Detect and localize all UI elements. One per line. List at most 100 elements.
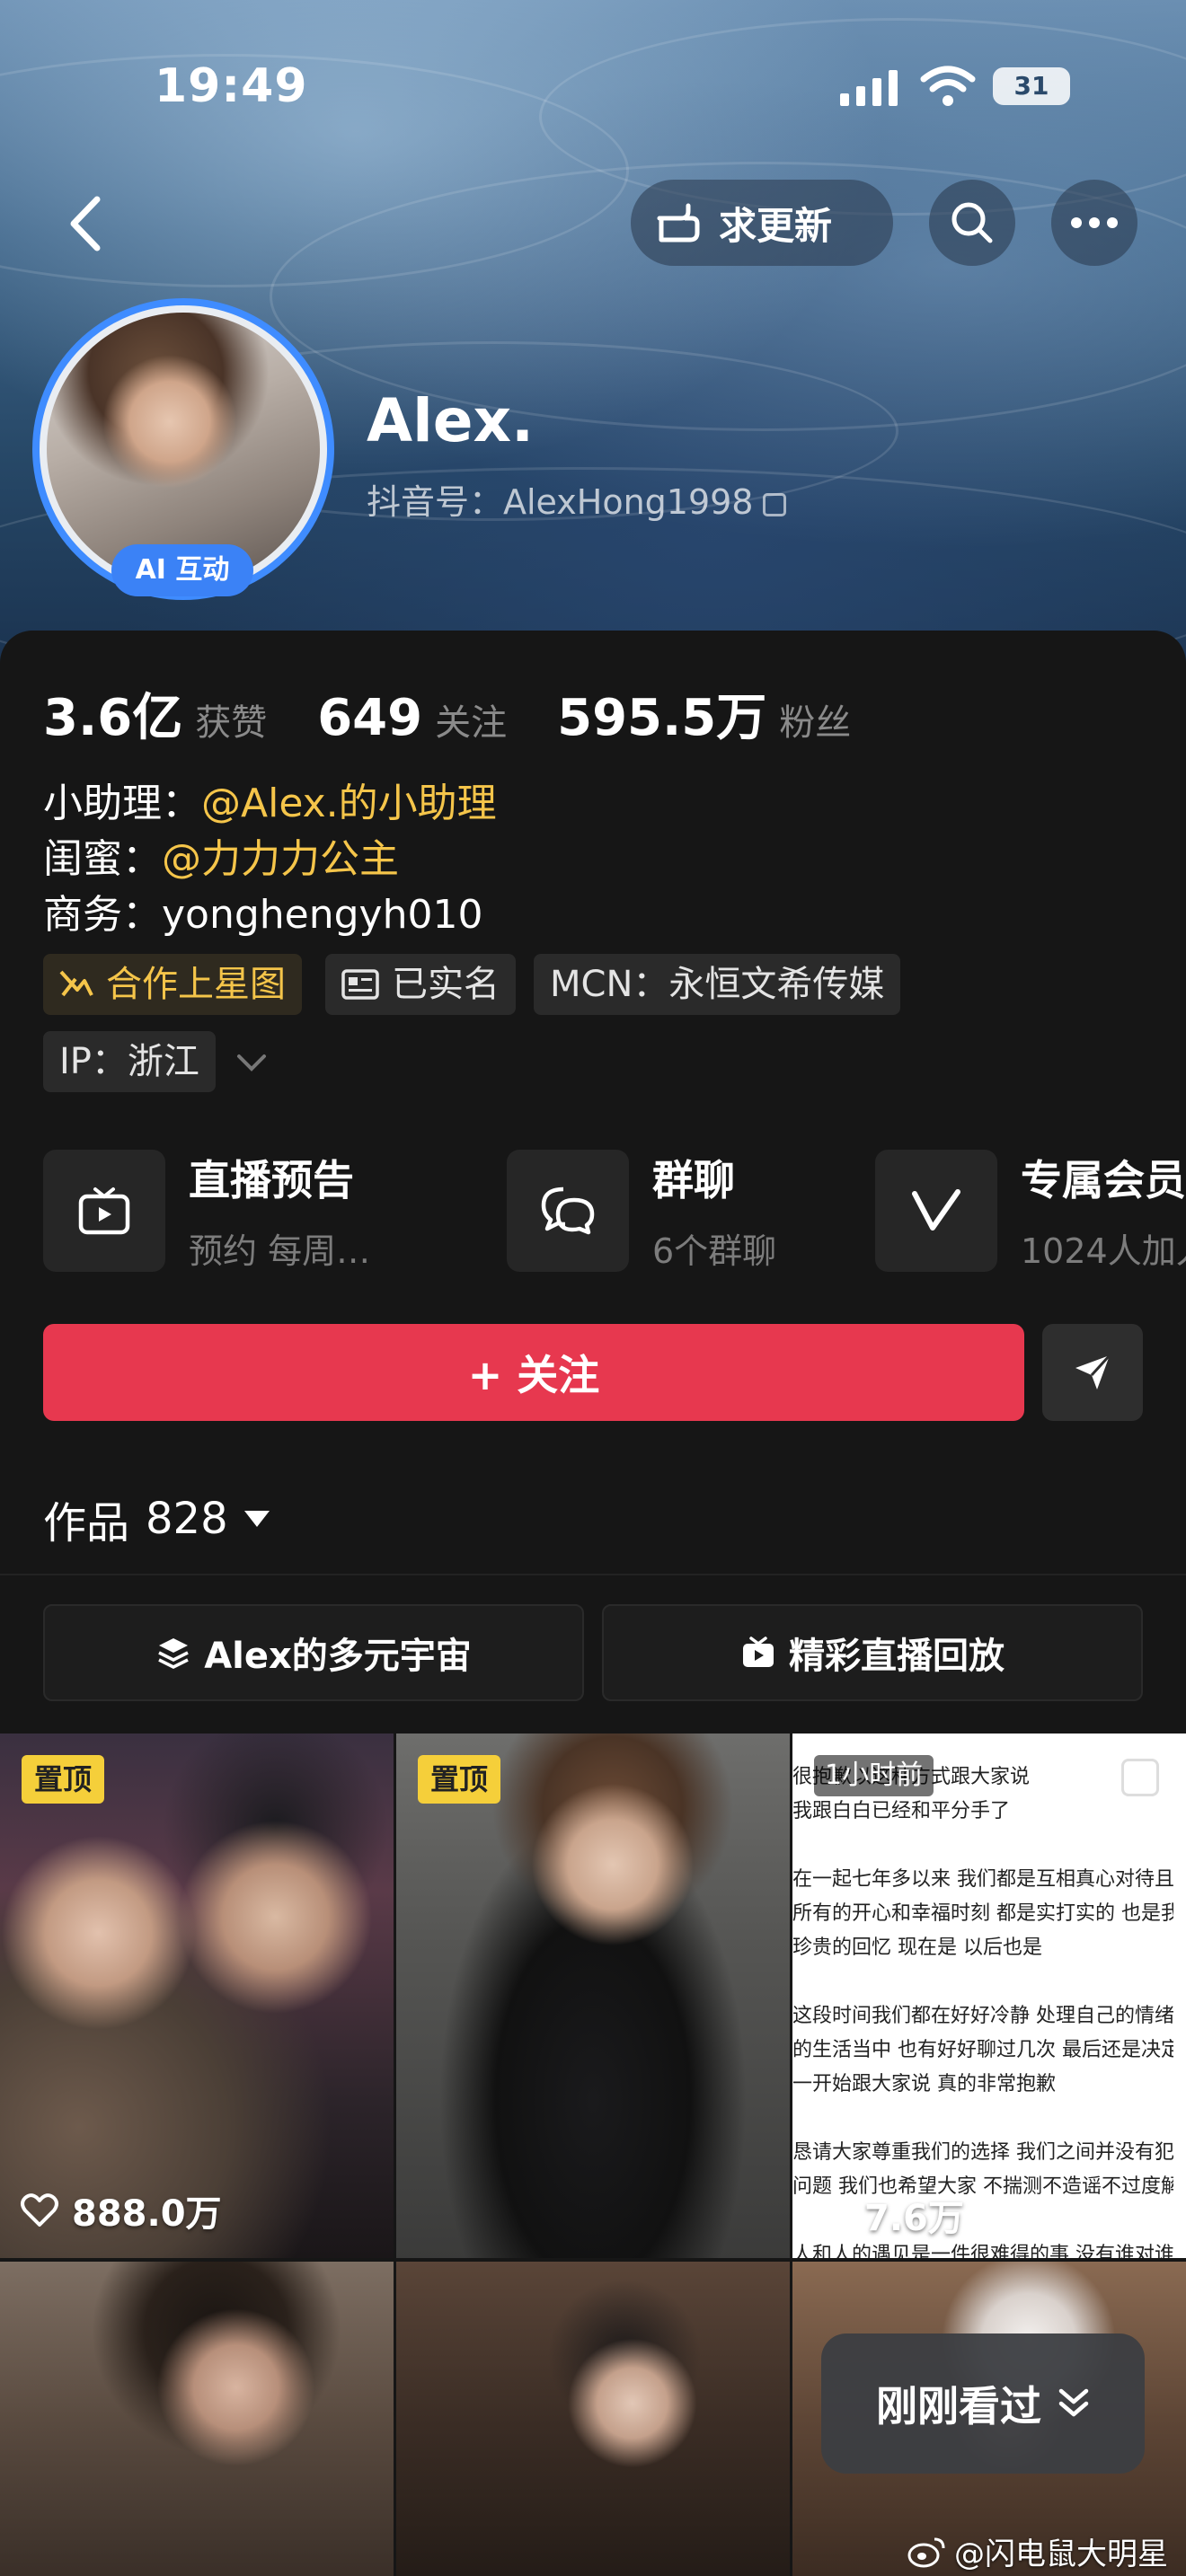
more-options-button[interactable] [1051, 180, 1137, 266]
chevron-down-icon[interactable] [235, 1053, 268, 1072]
collection-live-replay-label: 精彩直播回放 [789, 1636, 1005, 1677]
live-preview-title: 直播预告 [189, 1156, 354, 1204]
cooperation-tag[interactable]: 合作上星图 [43, 954, 302, 1015]
recently-viewed-label: 刚刚看过 [876, 2382, 1041, 2430]
back-icon[interactable] [63, 192, 113, 255]
request-update-label: 求更新 [719, 203, 833, 248]
note-line: 人和人的遇见是一件很难得的事 没有谁对谁错 谢谢大 [792, 2244, 1173, 2258]
membership-feature[interactable]: 专属会员 1024人加入 [875, 1148, 1186, 1273]
grid-video-1[interactable]: 置顶 888.0万 [0, 1734, 394, 2258]
share-button[interactable] [1042, 1324, 1143, 1421]
membership-title: 专属会员 [1021, 1156, 1186, 1204]
group-chat-feature[interactable]: 群聊 6个群聊 [507, 1148, 776, 1273]
bio-business: 商务：yonghengyh010 [43, 882, 482, 940]
battery-indicator: 31 [993, 67, 1070, 105]
membership-v-icon [875, 1149, 997, 1272]
select-checkbox[interactable] [1121, 1759, 1159, 1796]
note-line: 的生活当中 也有好好聊过几次 最后还是决定分开 没有 [792, 2039, 1173, 2061]
video-likes-count: 888.0万 [72, 2193, 222, 2235]
collection-multiverse[interactable]: Alex的多元宇宙 [43, 1604, 584, 1701]
follow-button[interactable]: + 关注 [43, 1324, 1024, 1421]
username: Alex. [367, 386, 535, 455]
live-preview-subtitle: 预约 每周… [189, 1231, 371, 1271]
grid-video-5[interactable] [396, 2262, 790, 2576]
collection-multiverse-label: Alex的多元宇宙 [204, 1636, 472, 1677]
grid-video-2[interactable]: 置顶 [396, 1734, 790, 2258]
douyin-id-text: 抖音号：AlexHong1998 [367, 482, 754, 522]
replay-tv-icon [743, 1636, 774, 1667]
likes-label: 获赞 [195, 702, 268, 744]
note-line: 恳请大家尊重我们的选择 我们之间并没有犯原则性的 [792, 2141, 1173, 2164]
pinned-badge: 置顶 [22, 1755, 105, 1804]
heart-icon [813, 2201, 851, 2235]
id-card-icon [341, 969, 379, 1000]
follow-label: + 关注 [467, 1351, 600, 1399]
layers-icon [158, 1638, 189, 1669]
request-update-button[interactable]: 求更新 [631, 180, 893, 266]
video-likes: 7.6万 [812, 2201, 964, 2236]
ip-tag: IP：浙江 [43, 1031, 216, 1092]
bio-bestie-link[interactable]: @力力力公主 [162, 836, 399, 882]
verified-tag[interactable]: 已实名 [325, 954, 516, 1015]
search-button[interactable] [929, 180, 1015, 266]
note-line [792, 1965, 1173, 1999]
watermark-text: @闪电鼠大明星 [954, 2536, 1168, 2572]
time-badge: 1小时前 [814, 1755, 934, 1796]
grid-video-3[interactable]: 很抱歉以这种方式跟大家说我跟白白已经和平分手了 在一起七年多以来 我们都是互相真… [792, 1734, 1186, 2258]
followers-label[interactable]: 粉丝 [779, 693, 851, 745]
divider [0, 1574, 1186, 1575]
heart-icon [21, 2193, 58, 2227]
search-icon [951, 202, 993, 243]
mcn-tag[interactable]: MCN：永恒文希传媒 [534, 954, 901, 1015]
weibo-icon [907, 2537, 945, 2567]
note-line: 一开始跟大家说 真的非常抱歉 [792, 2073, 1056, 2095]
star-map-icon [59, 970, 93, 997]
following-label[interactable]: 关注 [435, 693, 507, 745]
works-label: 作品 [43, 1498, 130, 1548]
ai-interaction-badge[interactable]: AI 互动 [111, 544, 253, 596]
status-time: 19:49 [155, 59, 308, 113]
bio-assistant-key: 小助理： [43, 781, 201, 826]
bio-bestie: 闺蜜：@力力力公主 [43, 826, 399, 884]
note-line: 在一起七年多以来 我们都是互相真心对待且相爱 曾经 [792, 1868, 1173, 1891]
bio-business-key: 商务： [43, 892, 162, 938]
followers-count[interactable]: 595.5万 [557, 677, 766, 750]
live-preview-feature[interactable]: 直播预告 预约 每周… [43, 1148, 370, 1273]
video-likes: 888.0万 [20, 2184, 222, 2236]
note-line: 所有的开心和幸福时刻 都是实打实的 也是我人生中最 [792, 1902, 1173, 1925]
note-line: 这段时间我们都在好好冷静 处理自己的情绪 适应独自 [792, 2005, 1173, 2027]
recently-viewed-button[interactable]: 刚刚看过 [821, 2333, 1145, 2474]
caret-down-icon [243, 1511, 270, 1527]
verified-label: 已实名 [392, 964, 500, 1005]
copy-icon[interactable] [762, 492, 786, 516]
collection-live-replay[interactable]: 精彩直播回放 [602, 1604, 1143, 1701]
likes-count: 3.6亿 [43, 689, 183, 747]
pinned-badge: 置顶 [418, 1755, 501, 1804]
wifi-icon [920, 66, 976, 106]
pointing-hand-icon [657, 203, 700, 243]
douyin-id[interactable]: 抖音号：AlexHong1998 [367, 474, 786, 524]
bio-assistant: 小助理：@Alex.的小助理 [43, 771, 497, 828]
video-likes-count: 7.6万 [864, 2198, 964, 2239]
ip-label: IP：浙江 [59, 1041, 199, 1082]
mcn-label: MCN：永恒文希传媒 [550, 964, 885, 1005]
chat-bubble-icon [507, 1149, 629, 1272]
cooperation-label: 合作上星图 [106, 964, 286, 1005]
note-line: 我跟白白已经和平分手了 [792, 1800, 1011, 1822]
bio-bestie-key: 闺蜜： [43, 836, 162, 882]
breakup-note-text: 很抱歉以这种方式跟大家说我跟白白已经和平分手了 在一起七年多以来 我们都是互相真… [792, 1760, 1173, 2258]
bio-assistant-link[interactable]: @Alex.的小助理 [201, 781, 497, 826]
stats-row: 3.6亿 获赞 649 关注 595.5万 粉丝 [43, 677, 901, 750]
note-line [792, 2102, 1173, 2136]
works-count: 828 [146, 1494, 228, 1544]
group-chat-subtitle: 6个群聊 [652, 1231, 777, 1271]
signal-icon [840, 70, 898, 106]
works-tab[interactable]: 作品 828 [43, 1487, 270, 1550]
following-count[interactable]: 649 [317, 689, 422, 747]
more-icon [1071, 217, 1118, 228]
status-bar: 19:49 31 [0, 0, 1186, 162]
send-icon [1075, 1354, 1111, 1389]
grid-video-4[interactable] [0, 2262, 394, 2576]
bio-business-value: yonghengyh010 [162, 892, 483, 938]
note-line: 珍贵的回忆 现在是 以后也是 [792, 1936, 1042, 1959]
